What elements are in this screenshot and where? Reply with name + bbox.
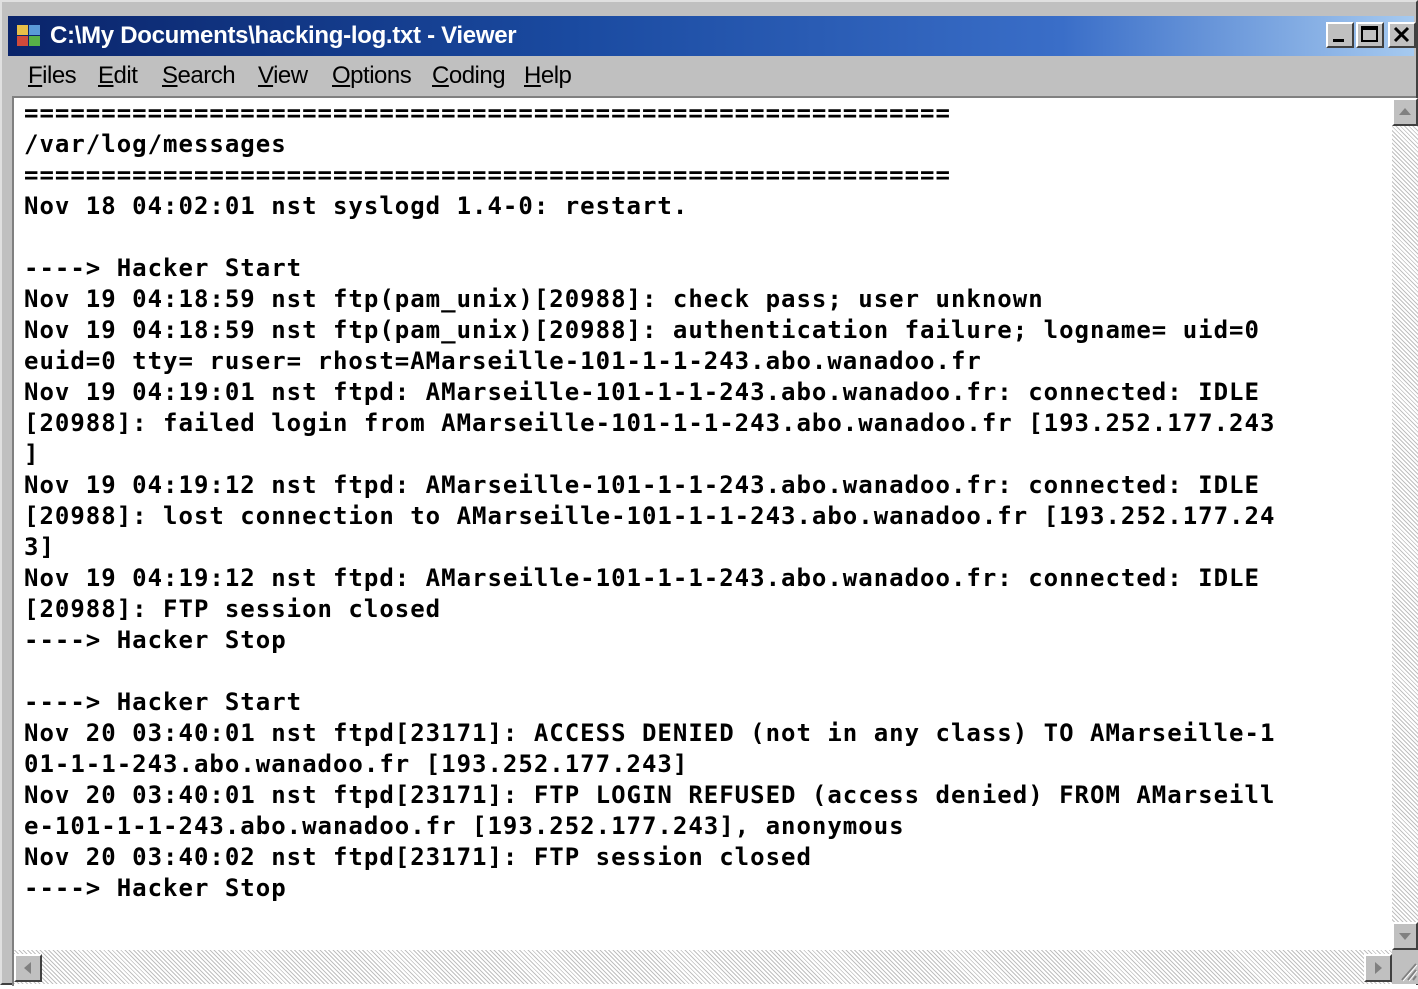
log-line: Nov 18 04:02:01 nst syslogd 1.4-0: resta… <box>24 192 689 220</box>
log-line: Nov 20 03:40:02 nst ftpd[23171]: FTP ses… <box>24 843 812 871</box>
maximize-icon <box>1361 26 1378 42</box>
minimize-button[interactable] <box>1326 22 1354 48</box>
log-line: Nov 19 04:18:59 nst ftp(pam_unix)[20988]… <box>24 285 1044 313</box>
menu-files[interactable]: Files <box>28 60 77 92</box>
scroll-down-button[interactable] <box>1392 922 1418 950</box>
log-line: ----> Hacker Start <box>24 254 303 282</box>
menu-bar: Files Edit Search View Options Coding He… <box>8 58 1414 94</box>
menu-options[interactable]: Options <box>332 60 412 92</box>
menu-edit[interactable]: Edit <box>98 60 138 92</box>
log-line: [20988]: FTP session closed <box>24 595 442 623</box>
scroll-left-button[interactable] <box>14 954 42 982</box>
log-line: Nov 19 04:19:12 nst ftpd: AMarseille-101… <box>24 564 1260 592</box>
arrow-down-icon <box>1399 933 1411 940</box>
window-title: C:\My Documents\hacking-log.txt - Viewer <box>50 22 517 49</box>
maximize-button[interactable] <box>1356 22 1384 48</box>
title-bar[interactable]: C:\My Documents\hacking-log.txt - Viewer <box>8 16 1416 56</box>
close-button[interactable] <box>1388 22 1416 48</box>
log-line: euid=0 tty= ruser= rhost=AMarseille-101-… <box>24 347 982 375</box>
arrow-left-icon <box>24 962 31 974</box>
log-line: ----> Hacker Stop <box>24 874 287 902</box>
log-line: Nov 19 04:19:01 nst ftpd: AMarseille-101… <box>24 378 1260 406</box>
log-line: 3] <box>24 533 55 561</box>
size-grip[interactable] <box>1392 950 1418 984</box>
viewer-window: C:\My Documents\hacking-log.txt - Viewer… <box>0 0 1418 986</box>
log-line: ----> Hacker Start <box>24 688 303 716</box>
menu-help[interactable]: Help <box>524 60 572 92</box>
horizontal-scrollbar[interactable] <box>14 950 1392 984</box>
log-line: ========================================… <box>24 161 951 189</box>
menu-search[interactable]: Search <box>162 60 236 92</box>
log-line: Nov 20 03:40:01 nst ftpd[23171]: ACCESS … <box>24 719 1276 747</box>
viewer-app-icon[interactable] <box>16 24 42 48</box>
resize-grip-icon <box>1401 963 1418 982</box>
log-line: ] <box>24 440 40 468</box>
log-line: 01-1-1-243.abo.wanadoo.fr [193.252.177.2… <box>24 750 689 778</box>
log-line: ========================================… <box>24 99 951 127</box>
menu-view[interactable]: View <box>258 60 308 92</box>
log-line: Nov 19 04:18:59 nst ftp(pam_unix)[20988]… <box>24 316 1260 344</box>
menu-coding[interactable]: Coding <box>432 60 506 92</box>
minimize-icon <box>1333 39 1344 42</box>
log-line: [20988]: failed login from AMarseille-10… <box>24 409 1276 437</box>
vertical-scrollbar[interactable] <box>1392 98 1418 950</box>
arrow-up-icon <box>1399 108 1411 115</box>
scroll-right-button[interactable] <box>1364 954 1392 982</box>
log-text-view[interactable]: ========================================… <box>14 98 1390 950</box>
close-icon <box>1393 26 1410 43</box>
scroll-up-button[interactable] <box>1392 98 1418 126</box>
log-line: Nov 20 03:40:01 nst ftpd[23171]: FTP LOG… <box>24 781 1276 809</box>
log-line: [20988]: lost connection to AMarseille-1… <box>24 502 1276 530</box>
log-line: /var/log/messages <box>24 130 287 158</box>
log-line: e-101-1-1-243.abo.wanadoo.fr [193.252.17… <box>24 812 905 840</box>
arrow-right-icon <box>1375 962 1382 974</box>
log-line: Nov 19 04:19:12 nst ftpd: AMarseille-101… <box>24 471 1260 499</box>
log-line: ----> Hacker Stop <box>24 626 287 654</box>
